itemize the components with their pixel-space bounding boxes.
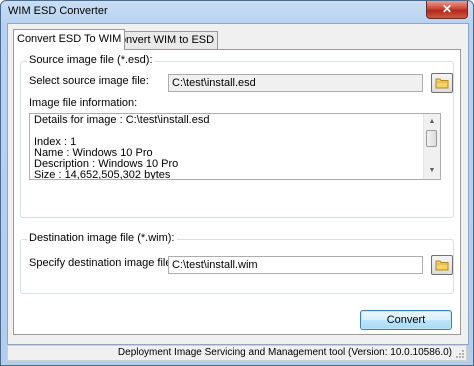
- image-info-textarea[interactable]: Details for image : C:\test\install.esd …: [29, 113, 441, 180]
- specify-destination-label: Specify destination image file:: [29, 257, 175, 269]
- scroll-down-arrow-icon[interactable]: ▼: [424, 163, 440, 179]
- source-path-field[interactable]: C:\test\install.esd: [168, 74, 423, 92]
- browse-destination-button[interactable]: [431, 255, 453, 275]
- image-info-content: Details for image : C:\test\install.esd …: [34, 115, 422, 180]
- title-bar[interactable]: WIM ESD Converter ✕: [1, 1, 473, 23]
- info-line: Size : 14,652,505,302 bytes: [34, 169, 171, 180]
- browse-source-button[interactable]: [431, 73, 453, 93]
- tab-convert-esd-to-wim[interactable]: Convert ESD To WIM: [13, 29, 126, 50]
- app-window: WIM ESD Converter ✕ Convert ESD To WIM C…: [0, 0, 474, 366]
- destination-group: Destination image file (*.wim): Specify …: [20, 232, 454, 294]
- info-line: Details for image : C:\test\install.esd: [34, 114, 210, 126]
- client-area: Convert ESD To WIM Convert WIM to ESD So…: [7, 23, 469, 345]
- resize-grip-icon[interactable]: [455, 349, 465, 359]
- info-line: [34, 126, 422, 137]
- destination-group-title: Destination image file (*.wim):: [27, 232, 177, 244]
- image-info-label: Image file information:: [29, 97, 138, 109]
- scroll-up-arrow-icon[interactable]: ▲: [424, 114, 440, 130]
- window-title: WIM ESD Converter: [8, 5, 108, 17]
- tab-panel: Source image file (*.esd): Select source…: [13, 49, 461, 335]
- info-scrollbar[interactable]: ▲ ▼: [423, 114, 440, 179]
- source-group-title: Source image file (*.esd):: [27, 54, 155, 66]
- scroll-thumb[interactable]: [426, 130, 437, 147]
- status-bar: Deployment Image Servicing and Managemen…: [7, 345, 467, 361]
- destination-path-field[interactable]: C:\test\install.wim: [168, 256, 423, 274]
- folder-icon: [435, 78, 449, 89]
- select-source-label: Select source image file:: [29, 75, 149, 87]
- folder-icon: [435, 260, 449, 271]
- convert-button[interactable]: Convert: [360, 310, 452, 330]
- status-text: Deployment Image Servicing and Managemen…: [117, 347, 452, 358]
- close-button[interactable]: ✕: [426, 1, 468, 19]
- source-group: Source image file (*.esd): Select source…: [20, 54, 454, 218]
